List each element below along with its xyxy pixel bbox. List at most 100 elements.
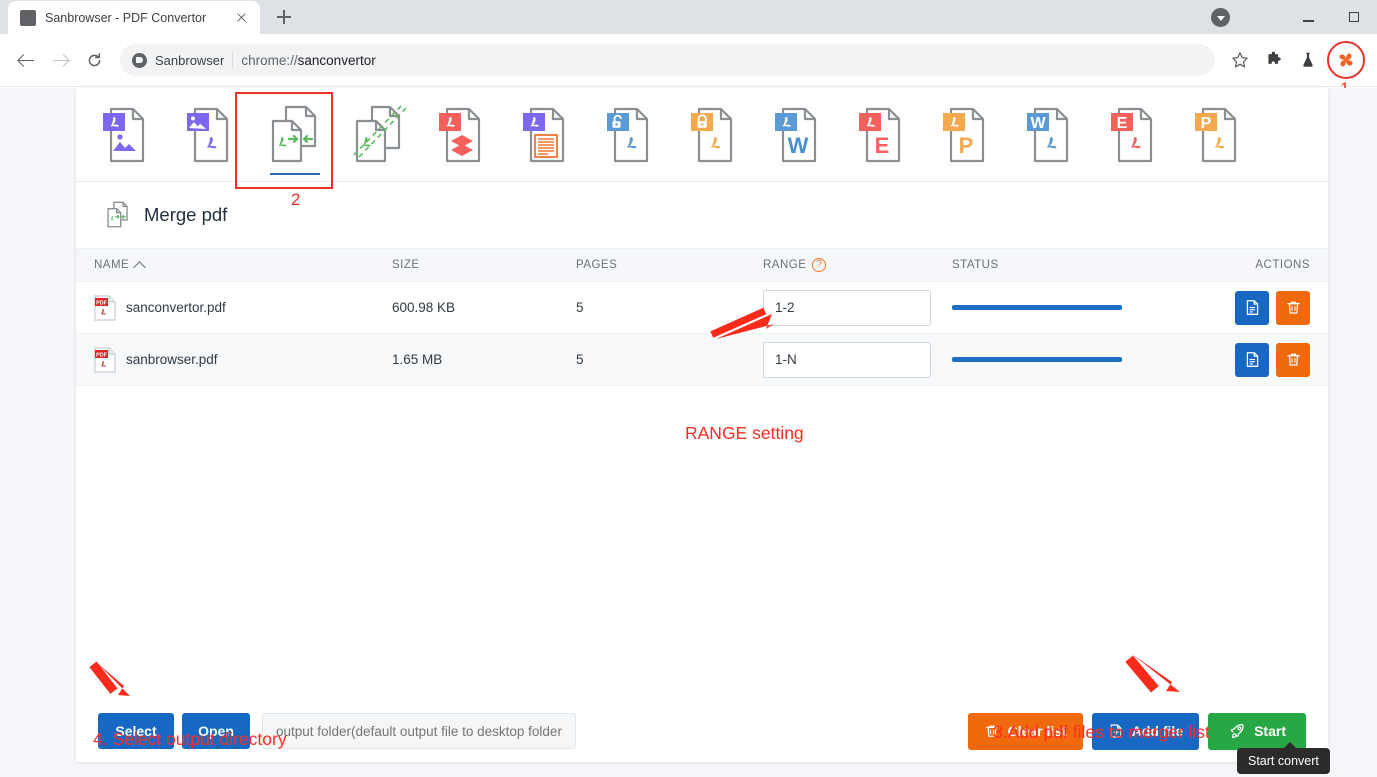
column-header-range[interactable]: RANGE ? [763,258,827,272]
new-tab-button[interactable] [270,3,298,31]
cell-actions [1235,342,1310,377]
pdf-to-ppt-icon: P [943,107,985,162]
image-to-pdf-icon [187,107,229,162]
svg-text:P: P [959,133,974,158]
table-row[interactable]: PDF sanbrowser.pdf 1.65 MB 5 [76,334,1328,386]
cell-range [763,289,931,326]
back-button[interactable] [10,44,42,76]
tool-pdf-to-text[interactable] [505,89,589,181]
tab-favicon [20,9,36,26]
maximize-button[interactable] [1331,0,1377,34]
profile-avatar[interactable] [1211,8,1230,27]
cell-status [952,305,1122,310]
column-header-size[interactable]: SIZE [392,259,420,271]
column-header-name[interactable]: NAME [94,259,147,274]
pdf-to-image-icon [103,107,145,162]
omnibox-bar: Sanbrowser chrome://sanconvertor [0,34,1377,98]
rocket-icon [1230,724,1244,739]
tool-excel-to-pdf[interactable]: E [1093,89,1177,181]
sort-asc-icon [133,260,147,274]
compress-pdf-icon [439,107,481,162]
split-pdf-icon [353,103,407,162]
pdf-to-text-icon [523,107,565,162]
preview-file-button[interactable] [1235,290,1269,325]
excel-to-pdf-icon: E [1111,107,1153,162]
annotation-output-directory: 4. Select output directory [93,729,287,749]
lock-pdf-icon [691,107,733,162]
reload-button[interactable] [78,44,110,76]
annotation-range-setting: RANGE setting [685,423,804,443]
panel-header: Merge pdf [76,182,1328,248]
output-folder-input[interactable] [262,713,576,749]
svg-text:W: W [788,133,809,158]
svg-text:E: E [875,133,890,158]
tool-word-to-pdf[interactable]: W [1009,89,1093,181]
browser-tab[interactable]: Sanbrowser - PDF Convertor [8,1,260,34]
annotation-number-2: 2 [291,190,301,209]
word-to-pdf-icon: W [1027,107,1069,162]
omnibox-actions: 1 [1225,41,1367,98]
merge-pdf-icon [107,201,128,228]
chevron-down-icon [1216,15,1225,21]
table-header-row: NAME SIZE PAGES RANGE ? STATUS ACTIONS [76,248,1328,282]
tool-merge-pdf[interactable] [253,89,337,181]
column-header-actions-label: ACTIONS [1255,259,1310,271]
close-icon[interactable] [233,9,250,26]
flask-labs-icon[interactable] [1293,45,1323,75]
tool-ppt-to-pdf[interactable]: P [1177,89,1261,181]
url-scheme: chrome:// [241,52,298,68]
address-bar[interactable]: Sanbrowser chrome://sanconvertor [120,44,1215,76]
cell-pages: 5 [576,352,584,367]
column-header-status-label: STATUS [952,259,999,271]
tool-image-to-pdf[interactable] [169,89,253,181]
tool-pdf-to-excel[interactable]: E [841,89,925,181]
cell-pages: 5 [576,300,584,315]
svg-text:W: W [1030,115,1046,132]
column-header-pages-label: PAGES [576,259,618,271]
pdf-to-word-icon: W [775,107,817,162]
tool-unlock-pdf[interactable] [589,89,673,181]
column-header-name-label: NAME [94,259,130,271]
tool-lock-pdf[interactable] [673,89,757,181]
puzzle-extensions-icon[interactable] [1259,45,1289,75]
url-path: sanconvertor [297,52,376,68]
cell-status [952,357,1122,362]
forward-button[interactable] [44,44,76,76]
preview-file-button[interactable] [1235,342,1269,377]
pinwheel-extension-button[interactable]: 1 [1327,41,1365,98]
tool-toolbar: W E P W E P 2 [76,88,1328,209]
column-header-range-label: RANGE [763,259,807,271]
annotation-add-files: 3.Add pdf files to merger list [993,722,1210,742]
status-progress-bar [952,305,1122,310]
tool-pdf-to-ppt[interactable]: P [925,89,1009,181]
unlock-pdf-icon [607,107,649,162]
trash-icon [1286,301,1300,314]
bookmark-star-icon[interactable] [1225,45,1255,75]
status-progress-bar [952,357,1122,362]
file-name-label: sanbrowser.pdf [126,352,218,367]
document-icon [1246,300,1258,315]
column-header-pages[interactable]: PAGES [576,259,617,271]
table-row[interactable]: PDF sanconvertor.pdf 600.98 KB 5 [76,282,1328,334]
pdf-to-excel-icon: E [859,107,901,162]
minimize-button[interactable] [1285,0,1331,34]
cell-actions [1235,290,1310,325]
browser-window: Sanbrowser - PDF Convertor Sanbrowser ch… [0,0,1377,777]
svg-text:E: E [1117,115,1128,132]
delete-file-button[interactable] [1276,342,1310,377]
column-header-size-label: SIZE [392,259,420,271]
range-input[interactable] [763,289,931,326]
tool-compress-pdf[interactable] [421,89,505,181]
start-label: Start [1254,723,1286,739]
svg-text:P: P [1201,115,1212,132]
site-identity-icon [132,52,147,68]
delete-file-button[interactable] [1276,290,1310,325]
column-header-actions: ACTIONS [1255,259,1310,271]
question-mark-icon[interactable]: ? [812,258,827,272]
pdf-file-icon: PDF [94,346,116,373]
cell-range [763,341,931,378]
tool-pdf-to-word[interactable]: W [757,89,841,181]
tool-pdf-to-image[interactable] [85,89,169,181]
range-input[interactable] [763,341,931,378]
tool-split-pdf[interactable] [337,89,421,181]
